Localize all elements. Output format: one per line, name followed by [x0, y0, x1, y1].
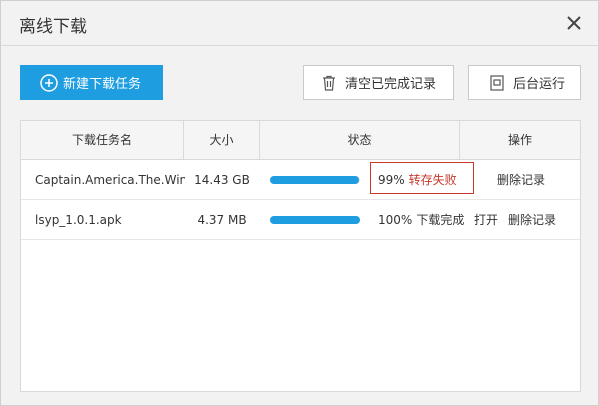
table-header: 下载任务名 大小 状态 操作 — [21, 121, 580, 160]
trash-icon — [320, 74, 338, 92]
status-done-text: 下载完成 — [416, 213, 465, 227]
task-percent: 100% — [378, 213, 413, 227]
column-header-size: 大小 — [184, 121, 260, 160]
task-size: 14.43 GB — [194, 173, 250, 187]
clear-completed-button[interactable]: 清空已完成记录 — [303, 65, 454, 100]
status-failed-text: 转存失败 — [408, 173, 457, 187]
task-status: 99% 转存失败 — [378, 160, 457, 200]
title-bar: 离线下载 — [1, 1, 598, 46]
delete-record-link[interactable]: 删除记录 — [497, 160, 545, 200]
close-icon[interactable] — [564, 13, 584, 33]
new-download-task-label: 新建下载任务 — [63, 76, 142, 91]
background-run-button[interactable]: 后台运行 — [468, 65, 581, 100]
delete-record-link[interactable]: 删除记录 — [508, 200, 556, 240]
column-header-ops: 操作 — [507, 133, 532, 147]
progress-fill — [270, 216, 360, 224]
window-icon — [488, 74, 506, 92]
task-name: lsyp_1.0.1.apk — [35, 213, 122, 227]
dialog-title: 离线下载 — [19, 17, 87, 37]
task-status: 100% 下载完成 — [378, 200, 464, 240]
plus-circle-icon — [40, 73, 58, 92]
column-header-name: 下载任务名 — [21, 121, 184, 160]
background-run-label: 后台运行 — [513, 76, 566, 91]
table-row[interactable]: lsyp_1.0.1.apk 4.37 MB 100% 下载完成 打开 删除记录 — [21, 200, 580, 240]
column-header-status: 状态 — [260, 121, 460, 160]
table-row[interactable]: Captain.America.The.Wint 14.43 GB 99% 转存失… — [21, 160, 580, 200]
progress-fill — [270, 176, 360, 184]
progress-bar — [270, 176, 360, 184]
task-percent: 99% — [378, 173, 405, 187]
task-size: 4.37 MB — [197, 213, 247, 227]
open-link[interactable]: 打开 — [474, 200, 498, 240]
new-download-task-button[interactable]: 新建下载任务 — [20, 65, 163, 100]
progress-bar — [270, 216, 360, 224]
download-table: 下载任务名 大小 状态 操作 Captain.America.The.Wint … — [20, 120, 581, 392]
task-name: Captain.America.The.Wint — [35, 173, 185, 187]
clear-completed-label: 清空已完成记录 — [345, 76, 437, 91]
offline-download-dialog: 离线下载 新建下载任务 清空已完成记录 后台运行 下载任务名 大小 状态 操作 … — [0, 0, 599, 406]
